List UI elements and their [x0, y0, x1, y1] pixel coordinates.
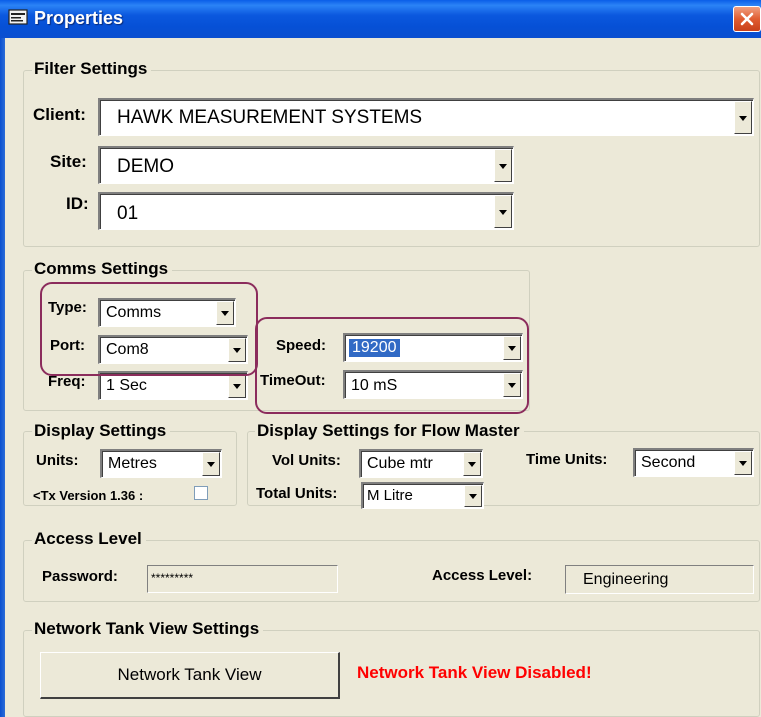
- chevron-down-icon[interactable]: [494, 195, 512, 228]
- total-units-select-value: M Litre: [367, 487, 413, 504]
- type-port-highlight: [40, 282, 258, 376]
- chevron-down-icon[interactable]: [463, 452, 481, 476]
- site-label: Site:: [50, 152, 87, 171]
- chevron-down-icon[interactable]: [734, 101, 752, 134]
- vol-units-label: Vol Units:: [272, 452, 341, 469]
- title-bar[interactable]: Properties: [0, 0, 761, 38]
- id-label: ID:: [66, 194, 89, 213]
- filter-settings-legend: Filter Settings: [32, 59, 152, 79]
- site-select-value: DEMO: [117, 156, 174, 177]
- access-level-field: Engineering: [565, 565, 754, 594]
- time-units-label: Time Units:: [526, 451, 608, 468]
- units-label: Units:: [36, 452, 79, 469]
- network-tank-view-button[interactable]: Network Tank View: [40, 652, 340, 699]
- chevron-down-icon[interactable]: [202, 452, 220, 476]
- window-left-border: [0, 38, 5, 717]
- flow-master-legend: Display Settings for Flow Master: [255, 421, 524, 441]
- client-label: Client:: [33, 105, 86, 124]
- network-tank-status: Network Tank View Disabled!: [357, 663, 592, 682]
- password-input-value: *********: [151, 571, 194, 585]
- tx-version-checkbox[interactable]: [194, 486, 208, 500]
- vol-units-select[interactable]: Cube mtr: [359, 449, 483, 478]
- access-level-legend: Access Level: [32, 529, 146, 549]
- network-tank-legend: Network Tank View Settings: [32, 619, 264, 639]
- close-button[interactable]: [733, 6, 761, 32]
- chevron-down-icon[interactable]: [494, 149, 512, 182]
- vol-units-select-value: Cube mtr: [367, 455, 433, 472]
- properties-window: Properties Filter Settings Client: HAWK …: [0, 0, 761, 717]
- speed-timeout-highlight: [255, 317, 529, 414]
- client-select[interactable]: HAWK MEASUREMENT SYSTEMS: [98, 98, 754, 136]
- time-units-select[interactable]: Second: [633, 448, 754, 477]
- units-select-value: Metres: [108, 455, 157, 472]
- time-units-select-value: Second: [641, 454, 696, 471]
- total-units-select[interactable]: M Litre: [361, 482, 484, 509]
- chevron-down-icon[interactable]: [464, 485, 482, 507]
- display-settings-legend: Display Settings: [32, 421, 171, 441]
- access-level-label: Access Level:: [432, 567, 533, 584]
- comms-settings-legend: Comms Settings: [32, 259, 173, 279]
- site-select[interactable]: DEMO: [98, 146, 514, 184]
- id-select-value: 01: [117, 203, 139, 224]
- chevron-down-icon[interactable]: [228, 374, 246, 398]
- total-units-label: Total Units:: [256, 485, 338, 502]
- access-level-value: Engineering: [583, 571, 669, 588]
- password-input[interactable]: *********: [147, 565, 338, 593]
- units-select[interactable]: Metres: [100, 449, 222, 478]
- id-select[interactable]: 01: [98, 192, 514, 230]
- tx-version-label: <Tx Version 1.36 :: [33, 488, 144, 503]
- chevron-down-icon[interactable]: [734, 451, 752, 475]
- properties-window-icon: [8, 9, 28, 25]
- window-title: Properties: [34, 8, 124, 28]
- password-label: Password:: [42, 568, 118, 585]
- close-icon: [740, 12, 754, 26]
- client-select-value: HAWK MEASUREMENT SYSTEMS: [117, 107, 423, 128]
- freq-select-value: 1 Sec: [106, 377, 147, 394]
